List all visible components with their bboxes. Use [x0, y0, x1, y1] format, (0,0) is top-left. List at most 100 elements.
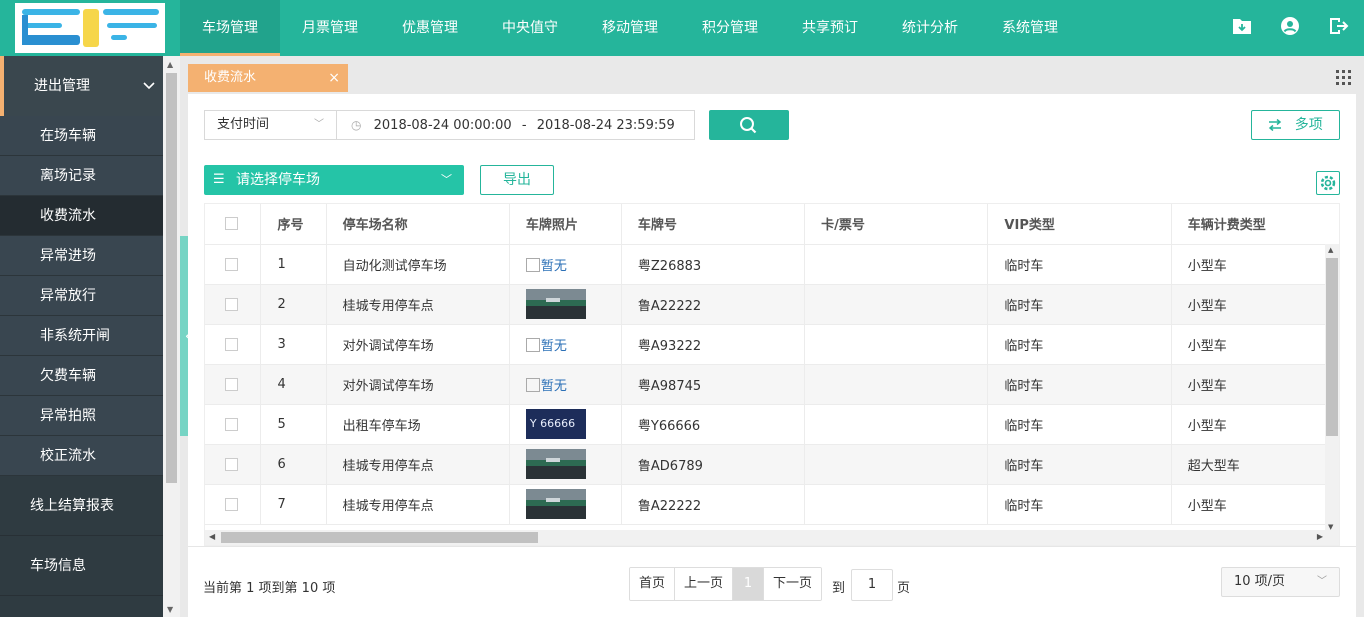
table-horizontal-scrollbar[interactable]: ◀ ▶ — [205, 530, 1339, 545]
column-header[interactable]: 卡/票号 — [804, 204, 989, 245]
table-vertical-scrollbar[interactable]: ▲ ▼ — [1325, 244, 1339, 532]
export-button[interactable]: 导出 — [480, 165, 554, 195]
no-image-link[interactable]: 暂无 — [525, 257, 567, 274]
cell-card — [804, 284, 989, 325]
plate-photo[interactable] — [525, 289, 586, 319]
grid-menu-icon[interactable] — [1336, 70, 1352, 86]
tab-label: 收费流水 — [204, 70, 257, 85]
current-page[interactable]: 1 — [733, 568, 765, 600]
table-row[interactable]: 3 对外调试停车场 暂无 粤A93222 临时车 小型车 — [205, 324, 1339, 365]
table-row[interactable]: 1 自动化测试停车场 暂无 粤Z26883 临时车 小型车 — [205, 244, 1339, 285]
nav-item[interactable]: 车场管理 — [180, 0, 280, 56]
sidebar-main-item[interactable]: 线上结算报表 — [0, 476, 163, 536]
nav-item[interactable]: 优惠管理 — [380, 0, 480, 56]
sidebar-main-item[interactable]: 车场信息 — [0, 536, 163, 596]
sidebar-item[interactable]: 异常放行 — [0, 276, 163, 316]
nav-item[interactable]: 中央值守 — [480, 0, 580, 56]
date-range-input[interactable]: ◷ 2018-08-24 00:00:00 - 2018-08-24 23:59… — [336, 110, 695, 140]
row-checkbox[interactable] — [225, 377, 238, 391]
logout-icon[interactable] — [1328, 16, 1349, 36]
row-checkbox[interactable] — [225, 457, 238, 471]
scroll-up-arrow-icon[interactable]: ▲ — [1328, 246, 1333, 254]
select-all-checkbox[interactable] — [225, 217, 238, 231]
broken-image-icon — [525, 337, 540, 352]
cell-vip: 临时车 — [987, 284, 1172, 325]
column-header[interactable]: 车辆计费类型 — [1171, 204, 1339, 245]
vertical-scroll-thumb[interactable] — [1326, 258, 1338, 436]
sidebar-sub-list: 在场车辆 离场记录 收费流水 异常进场 异常放行 非系统开闸 欠费车辆 异常拍照 校正流水 — [0, 116, 163, 476]
row-checkbox[interactable] — [225, 417, 238, 431]
page-size-select[interactable]: 10 项/页 ﹀ — [1221, 567, 1340, 597]
sidebar-scrollbar[interactable]: ▲ ▼ — [163, 56, 180, 617]
plate-photo[interactable] — [525, 449, 586, 479]
table-row[interactable]: 7 桂城专用停车点 鲁A22222 临时车 小型车 — [205, 484, 1339, 525]
search-icon — [740, 117, 757, 134]
column-header[interactable]: 车牌号 — [621, 204, 806, 245]
scroll-up-arrow-icon[interactable]: ▲ — [167, 60, 173, 69]
row-checkbox[interactable] — [225, 297, 238, 311]
sidebar-main-list: 线上结算报表 车场信息 — [0, 476, 163, 596]
close-icon[interactable]: × — [328, 64, 340, 92]
top-icons — [1232, 16, 1349, 36]
nav-item[interactable]: 统计分析 — [880, 0, 980, 56]
column-settings-button[interactable] — [1316, 171, 1340, 195]
pager: 首页 上一页 1 下一页 — [629, 567, 823, 601]
plate-photo[interactable] — [525, 489, 586, 519]
user-icon[interactable] — [1280, 16, 1300, 36]
sidebar-item[interactable]: 异常拍照 — [0, 396, 163, 436]
prev-page-button[interactable]: 上一页 — [675, 568, 734, 600]
column-header[interactable]: 车牌照片 — [509, 204, 622, 245]
cell-photo — [509, 444, 622, 485]
table-row[interactable]: 2 桂城专用停车点 鲁A22222 临时车 小型车 — [205, 284, 1339, 325]
next-page-button[interactable]: 下一页 — [764, 568, 822, 600]
column-header[interactable]: 停车场名称 — [326, 204, 510, 245]
table-row[interactable]: 5 出租车停车场 Y 66666 粤Y66666 临时车 小型车 — [205, 404, 1339, 445]
nav-item[interactable]: 共享预订 — [780, 0, 880, 56]
parking-lot-placeholder: 请选择停车场 — [236, 172, 320, 188]
first-page-button[interactable]: 首页 — [630, 568, 676, 600]
cell-billing: 小型车 — [1171, 284, 1339, 325]
chevron-down-icon: ﹀ — [314, 119, 324, 130]
row-checkbox[interactable] — [225, 257, 238, 271]
sidebar-item[interactable]: 异常进场 — [0, 236, 163, 276]
no-image-link[interactable]: 暂无 — [525, 337, 567, 354]
nav-item[interactable]: 移动管理 — [580, 0, 680, 56]
sidebar-scroll-thumb[interactable] — [166, 73, 177, 483]
nav-item[interactable]: 积分管理 — [680, 0, 780, 56]
row-checkbox[interactable] — [225, 337, 238, 351]
goto-page-input[interactable]: 1 — [851, 569, 893, 601]
search-button[interactable] — [709, 110, 789, 140]
sidebar-item[interactable]: 非系统开闸 — [0, 316, 163, 356]
row-checkbox[interactable] — [225, 497, 238, 511]
sidebar: 进出管理 在场车辆 离场记录 收费流水 异常进场 异常放行 非系统开闸 欠费车辆 异常拍照 校正… — [0, 56, 163, 617]
scroll-down-arrow-icon[interactable]: ▼ — [167, 605, 173, 614]
nav-item[interactable]: 月票管理 — [280, 0, 380, 56]
plate-photo[interactable]: Y 66666 — [525, 409, 586, 439]
sidebar-item[interactable]: 收费流水 — [0, 196, 163, 236]
table-row[interactable]: 6 桂城专用停车点 鲁AD6789 临时车 超大型车 — [205, 444, 1339, 485]
nav-item[interactable]: 系统管理 — [980, 0, 1080, 56]
cell-lot: 桂城专用停车点 — [326, 284, 510, 325]
column-header[interactable]: VIP类型 — [987, 204, 1172, 245]
sidebar-item[interactable]: 欠费车辆 — [0, 356, 163, 396]
cell-no: 7 — [260, 484, 327, 525]
table-row[interactable]: 4 对外调试停车场 暂无 粤A98745 临时车 小型车 — [205, 364, 1339, 405]
horizontal-scroll-thumb[interactable] — [221, 532, 538, 543]
cell-no: 4 — [260, 364, 327, 405]
scroll-left-arrow-icon[interactable]: ◀ — [209, 532, 215, 541]
sidebar-group-header[interactable]: 进出管理 — [0, 56, 163, 116]
cell-plate: 粤A93222 — [621, 324, 806, 365]
multi-filter-button[interactable]: 多项 — [1251, 110, 1340, 140]
no-image-link[interactable]: 暂无 — [525, 377, 567, 394]
scroll-right-arrow-icon[interactable]: ▶ — [1317, 532, 1323, 541]
logo[interactable] — [15, 3, 165, 53]
parking-lot-select[interactable]: ☰ 请选择停车场 ﹀ — [204, 165, 464, 195]
cell-plate: 粤Y66666 — [621, 404, 806, 445]
tab-charge-flow[interactable]: 收费流水 × — [188, 64, 348, 92]
time-type-select[interactable]: 支付时间 ﹀ — [204, 110, 336, 140]
column-header[interactable]: 序号 — [260, 204, 327, 245]
download-folder-icon[interactable] — [1232, 16, 1252, 36]
sidebar-item[interactable]: 离场记录 — [0, 156, 163, 196]
sidebar-item[interactable]: 校正流水 — [0, 436, 163, 476]
sidebar-item[interactable]: 在场车辆 — [0, 116, 163, 156]
